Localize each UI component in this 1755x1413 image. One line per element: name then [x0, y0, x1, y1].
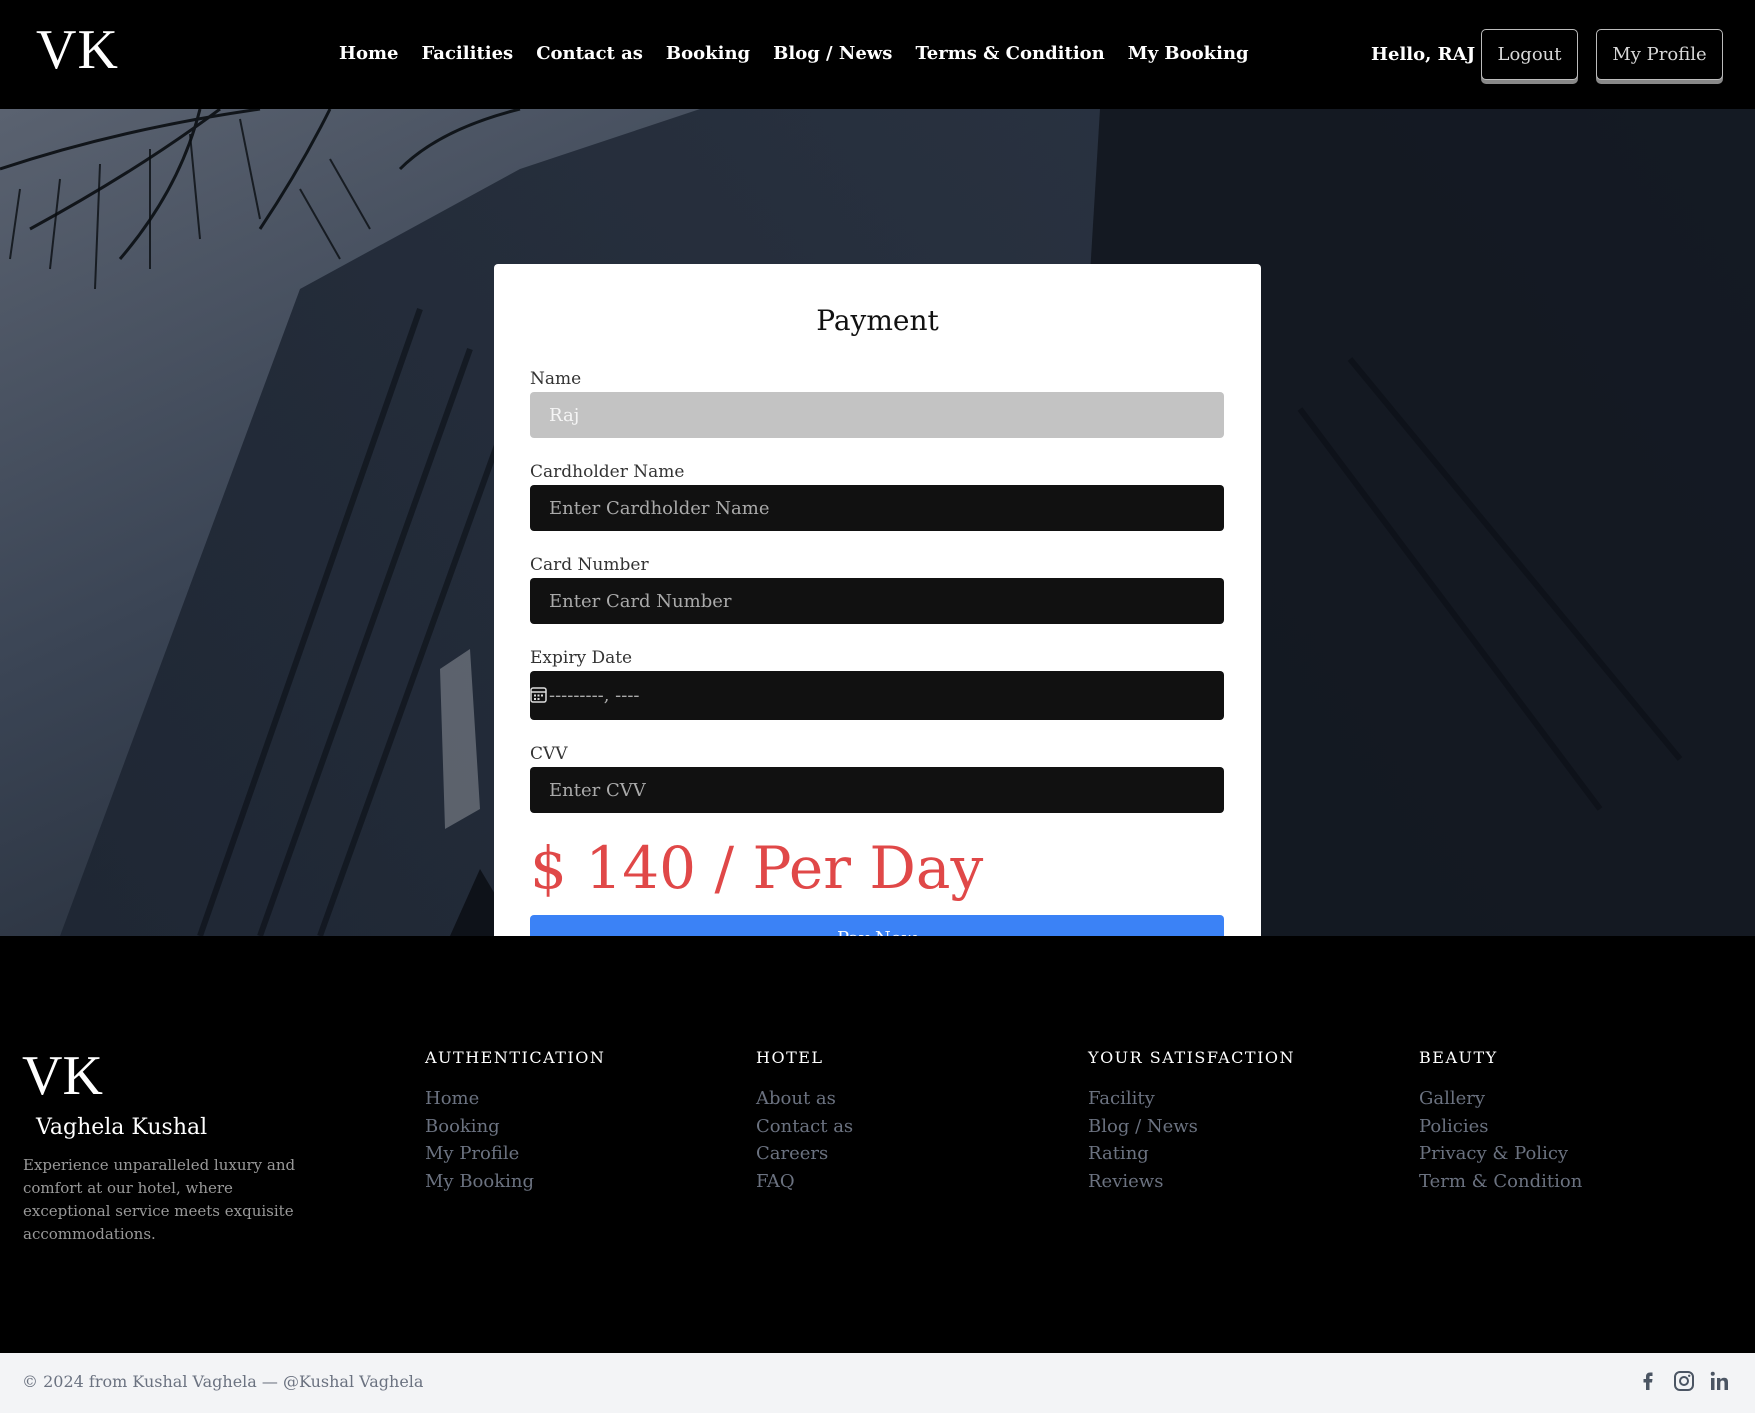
footer-link-blog-news[interactable]: Blog / News: [1088, 1113, 1295, 1141]
footer-link-rating[interactable]: Rating: [1088, 1140, 1295, 1168]
cvv-label: CVV: [530, 744, 568, 764]
facebook-icon[interactable]: [1636, 1369, 1660, 1393]
main-nav: Home Facilities Contact as Booking Blog …: [339, 43, 1249, 64]
my-profile-button[interactable]: My Profile: [1596, 29, 1723, 80]
nav-booking[interactable]: Booking: [666, 43, 750, 64]
site-logo[interactable]: VK: [36, 22, 119, 78]
name-label: Name: [530, 369, 582, 389]
footer-column-hotel: HOTEL About as Contact as Careers FAQ: [756, 1048, 853, 1195]
cardholder-label: Cardholder Name: [530, 462, 685, 482]
cvv-input[interactable]: Enter CVV: [530, 767, 1224, 813]
footer-column-satisfaction: YOUR SATISFACTION Facility Blog / News R…: [1088, 1048, 1295, 1195]
nav-facilities[interactable]: Facilities: [422, 43, 514, 64]
nav-contact[interactable]: Contact as: [536, 43, 643, 64]
footer-column-title: HOTEL: [756, 1048, 824, 1067]
nav-terms[interactable]: Terms & Condition: [915, 43, 1104, 64]
logout-button[interactable]: Logout: [1481, 29, 1578, 80]
price-per-day: $ 140 / Per Day: [530, 834, 984, 902]
footer-link-home[interactable]: Home: [425, 1085, 605, 1113]
expiry-date-input[interactable]: ---------, ----: [530, 671, 1224, 720]
calendar-icon[interactable]: [530, 686, 547, 703]
payment-title: Payment: [816, 304, 939, 337]
nav-my-booking[interactable]: My Booking: [1128, 43, 1249, 64]
footer-link-reviews[interactable]: Reviews: [1088, 1168, 1295, 1196]
card-number-label: Card Number: [530, 555, 649, 575]
footer-column-beauty: BEAUTY Gallery Policies Privacy & Policy…: [1419, 1048, 1582, 1195]
footer-link-contact[interactable]: Contact as: [756, 1113, 853, 1141]
footer-link-term-condition[interactable]: Term & Condition: [1419, 1168, 1582, 1196]
footer-description: Experience unparalleled luxury and comfo…: [23, 1156, 296, 1243]
footer-column-authentication: AUTHENTICATION Home Booking My Profile M…: [425, 1048, 605, 1195]
expiry-date-label: Expiry Date: [530, 648, 633, 668]
footer-brand-name: Vaghela Kushal: [36, 1115, 208, 1140]
copyright-bar: © 2024 from Kushal Vaghela — @Kushal Vag…: [0, 1353, 1755, 1413]
expiry-date-placeholder: ---------, ----: [549, 685, 640, 706]
payment-card: Payment Name Raj Cardholder Name Enter C…: [494, 264, 1261, 936]
copyright-text: © 2024 from Kushal Vaghela — @Kushal Vag…: [22, 1372, 424, 1391]
footer-column-title: YOUR SATISFACTION: [1088, 1048, 1296, 1067]
footer-link-my-booking[interactable]: My Booking: [425, 1168, 605, 1196]
footer-logo[interactable]: VK: [22, 1048, 103, 1104]
pay-now-button[interactable]: Pay Now: [530, 915, 1224, 936]
footer-link-facility[interactable]: Facility: [1088, 1085, 1295, 1113]
instagram-icon[interactable]: [1672, 1369, 1696, 1393]
footer-link-about[interactable]: About as: [756, 1085, 853, 1113]
footer-column-title: AUTHENTICATION: [425, 1048, 606, 1067]
footer-link-my-profile[interactable]: My Profile: [425, 1140, 605, 1168]
footer-link-policies[interactable]: Policies: [1419, 1113, 1582, 1141]
footer-link-faq[interactable]: FAQ: [756, 1168, 853, 1196]
footer-link-careers[interactable]: Careers: [756, 1140, 853, 1168]
footer-column-title: BEAUTY: [1419, 1048, 1498, 1067]
cardholder-name-input[interactable]: Enter Cardholder Name: [530, 485, 1224, 531]
site-footer: VK Vaghela Kushal Experience unparallele…: [0, 936, 1755, 1353]
linkedin-icon[interactable]: [1708, 1369, 1732, 1393]
user-greeting: Hello, RAJ: [1371, 44, 1476, 65]
footer-link-booking[interactable]: Booking: [425, 1113, 605, 1141]
top-nav-bar: VK Home Facilities Contact as Booking Bl…: [0, 0, 1755, 109]
hero-background-image: Payment Name Raj Cardholder Name Enter C…: [0, 109, 1755, 936]
footer-link-privacy-policy[interactable]: Privacy & Policy: [1419, 1140, 1582, 1168]
nav-home[interactable]: Home: [339, 43, 399, 64]
footer-link-gallery[interactable]: Gallery: [1419, 1085, 1582, 1113]
name-field[interactable]: Raj: [530, 392, 1224, 438]
nav-blog-news[interactable]: Blog / News: [773, 43, 892, 64]
card-number-input[interactable]: Enter Card Number: [530, 578, 1224, 624]
